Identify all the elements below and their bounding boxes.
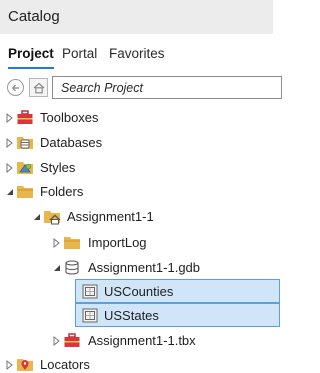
toolbox-icon — [64, 333, 80, 347]
tree-item-toolboxes[interactable]: Toolboxes — [0, 105, 273, 131]
tab-favorites[interactable]: Favorites — [109, 46, 165, 61]
tree-item-label: Folders — [40, 184, 84, 199]
tree-item-locators[interactable]: Locators — [0, 352, 273, 373]
collapse-arrow-icon[interactable] — [32, 212, 41, 222]
expand-arrow-icon[interactable] — [5, 360, 14, 370]
tree-item-assignment1-1-folder[interactable]: Assignment1-1 — [0, 204, 273, 230]
expand-arrow-icon[interactable] — [5, 113, 14, 123]
tree-item-folders[interactable]: Folders — [0, 179, 273, 205]
feature-class-icon — [82, 308, 98, 323]
catalog-tree: Toolboxes Databases Styles Folders Assig… — [0, 104, 280, 373]
tree-item-label: Databases — [40, 135, 103, 150]
toolbox-icon — [17, 110, 33, 124]
tree-item-label: Assignment1-1.gdb — [88, 260, 201, 275]
collapse-arrow-icon[interactable] — [52, 263, 61, 273]
home-icon — [33, 82, 45, 94]
home-folder-icon — [44, 211, 61, 225]
tree-item-label: Toolboxes — [40, 110, 99, 125]
tree-item-usstates[interactable]: USStates — [75, 303, 280, 327]
expand-arrow-icon[interactable] — [52, 238, 61, 248]
tree-item-label: USStates — [104, 308, 159, 323]
tab-project[interactable]: Project — [8, 46, 54, 61]
tree-item-label: Locators — [40, 357, 90, 372]
back-button[interactable] — [7, 79, 24, 96]
tree-item-geodatabase[interactable]: Assignment1-1.gdb — [0, 255, 273, 281]
back-arrow-icon — [11, 84, 19, 92]
search-box — [52, 76, 282, 99]
tree-item-label: ImportLog — [88, 235, 147, 250]
tree-item-toolbox-file[interactable]: Assignment1-1.tbx — [0, 328, 273, 354]
catalog-title-bar: Catalog — [0, 0, 273, 34]
tree-item-label: USCounties — [104, 284, 174, 299]
tree-item-uscounties[interactable]: USCounties — [75, 279, 280, 303]
active-tab-underline — [8, 67, 54, 69]
tab-portal[interactable]: Portal — [62, 46, 97, 61]
feature-class-icon — [82, 284, 98, 299]
geodatabase-icon — [65, 260, 79, 275]
expand-arrow-icon[interactable] — [5, 138, 14, 148]
folder-icon — [17, 186, 33, 198]
styles-folder-icon — [17, 162, 33, 174]
expand-arrow-icon[interactable] — [5, 163, 14, 173]
panel-title: Catalog — [8, 8, 60, 25]
tree-item-label: Assignment1-1 — [67, 209, 154, 224]
tree-item-label: Assignment1-1.tbx — [88, 333, 196, 348]
database-folder-icon — [17, 137, 33, 149]
search-input[interactable] — [53, 77, 281, 98]
locators-folder-icon — [17, 359, 33, 371]
catalog-tabs: Project Portal Favorites — [0, 40, 273, 69]
search-row — [0, 74, 282, 100]
expand-arrow-icon[interactable] — [52, 336, 61, 346]
tree-item-styles[interactable]: Styles — [0, 155, 273, 181]
project-home-button[interactable] — [29, 78, 48, 97]
collapse-arrow-icon[interactable] — [5, 187, 14, 197]
tree-item-label: Styles — [40, 160, 76, 175]
folder-icon — [64, 237, 80, 249]
tree-item-databases[interactable]: Databases — [0, 130, 273, 156]
tree-item-importlog[interactable]: ImportLog — [0, 230, 273, 256]
